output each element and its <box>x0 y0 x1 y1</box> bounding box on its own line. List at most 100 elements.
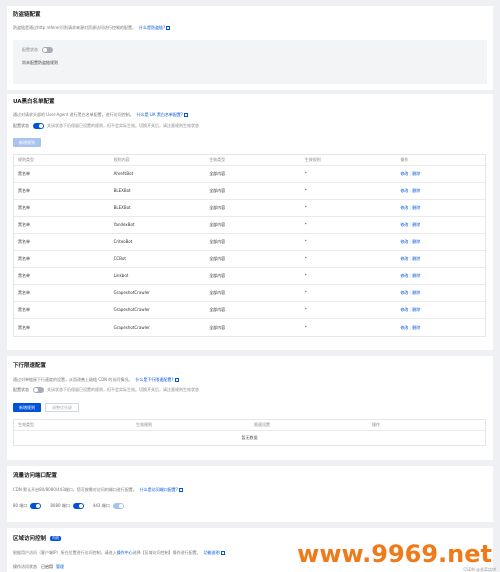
table-cell-scope: 全部内容 <box>209 171 226 177</box>
external-link-icon <box>174 378 179 382</box>
table-cell-type: 黑名单 <box>18 205 30 211</box>
port-8080-toggle[interactable] <box>72 503 84 509</box>
table-cell-content: CCBot <box>113 256 126 262</box>
port-443-toggle[interactable] <box>112 503 124 509</box>
table-cell-content: BLEXBot <box>113 188 131 194</box>
status-label: 配置状态 <box>22 47 38 53</box>
table-cell-scope: 全部内容 <box>209 256 226 262</box>
table-cell-content: AhrefsBot <box>113 171 134 177</box>
delete-link[interactable]: 删除 <box>412 273 420 278</box>
delete-link[interactable]: 删除 <box>412 222 420 227</box>
port-label: 8080 端口 <box>50 503 70 509</box>
row-actions: 修改 | 删除 <box>396 239 485 244</box>
help-link[interactable]: 什么是 UA 黑白名单配置? <box>137 112 183 117</box>
table-cell-rule: * <box>304 171 307 177</box>
table-cell-rule: * <box>304 324 307 330</box>
help-link[interactable]: 什么是访问端口配置? <box>140 487 178 492</box>
delete-link[interactable]: 删除 <box>412 205 420 210</box>
table-cell-rule: * <box>304 222 307 228</box>
add-rule-button[interactable]: 新增规则 <box>13 403 41 412</box>
table-row: 黑名单 GrapeshotCrawler 全部内容 * 修改 | 删除 <box>14 285 485 302</box>
delete-link[interactable]: 删除 <box>412 188 420 193</box>
external-link-icon <box>166 26 171 30</box>
table-row: 黑名单 CriteoBot 全部内容 * 修改 | 删除 <box>14 234 485 251</box>
delete-link[interactable]: 删除 <box>412 290 420 295</box>
table-cell-type: 黑名单 <box>18 324 30 330</box>
port-label: 443 端口 <box>92 503 110 509</box>
help-link[interactable]: 功能说明 <box>204 550 220 555</box>
table-cell-rule: * <box>304 256 307 262</box>
external-link-icon <box>178 488 183 492</box>
row-actions: 修改 | 删除 <box>396 188 485 193</box>
table-cell-scope: 全部内容 <box>209 205 226 211</box>
section-description: 通过对单链接下行速度的设置，从而改善上级链 CDN 的访问情况。 什么是下行限速配… <box>13 377 179 382</box>
table-cell-scope: 全部内容 <box>209 307 226 313</box>
ua-rules-table: 规则类型 规则内容 生效类型 生效规则 操作 黑名单 AhrefsBot 全部内容 *… <box>13 154 486 337</box>
column-header: 规则类型 <box>18 157 34 163</box>
row-actions: 修改 | 删除 <box>396 325 485 330</box>
table-cell-content: GrapeshotCrawler <box>113 307 150 313</box>
table-cell-rule: * <box>304 273 307 279</box>
status-text: 尚未配置防盗链规则 <box>22 60 58 65</box>
column-header: 生效类型 <box>209 157 226 163</box>
row-actions: 修改 | 删除 <box>396 290 485 295</box>
adjust-priority-button[interactable]: 调整优先级 <box>45 403 79 412</box>
ops-center-link[interactable]: 操作中心 <box>117 550 133 555</box>
table-cell-content: YandexBot <box>113 222 135 228</box>
table-cell-scope: 全部内容 <box>209 188 226 194</box>
table-row: 黑名单 GrapeshotCrawler 全部内容 * 修改 | 删除 <box>14 302 485 319</box>
row-actions: 修改 | 删除 <box>396 256 485 261</box>
table-cell-type: 黑名单 <box>18 188 30 194</box>
table-cell-type: 黑名单 <box>18 171 30 177</box>
add-rule-button[interactable]: 新增规则 <box>13 138 41 147</box>
delete-link[interactable]: 删除 <box>412 307 420 312</box>
empty-state: 暂无数据 <box>241 435 258 441</box>
section-description: 防盗链是通过http referer识别请求来源对资源访问进行控制的配置。 什么是… <box>13 25 171 30</box>
table-cell-type: 黑名单 <box>18 307 30 313</box>
status-label: 配置状态 <box>13 387 29 393</box>
table-cell-content: CriteoBot <box>113 239 133 245</box>
section-description: CDN 默认开启80/8080/443端口，您可按需对访问的端口进行配置。 什么是… <box>13 487 183 492</box>
section-title: 流量访问端口配置 <box>13 473 58 479</box>
port-80-toggle[interactable] <box>30 503 42 509</box>
column-header: 限速设置 <box>254 422 270 428</box>
column-header: 规则内容 <box>113 157 130 163</box>
row-actions: 修改 | 删除 <box>396 222 485 227</box>
table-cell-scope: 全部内容 <box>209 222 226 228</box>
table-cell-type: 黑名单 <box>18 222 30 228</box>
status-toggle[interactable] <box>33 387 44 393</box>
row-actions: 修改 | 删除 <box>396 273 485 278</box>
speed-rules-table: 生效类型 生效规则 限速设置 操作 暂无数据 <box>13 419 486 446</box>
status-toggle[interactable] <box>42 47 53 53</box>
help-link[interactable]: 什么是防盗链? <box>139 25 165 30</box>
column-header: 操作 <box>372 422 380 428</box>
table-cell-type: 黑名单 <box>18 239 30 245</box>
manage-link[interactable]: 管理 <box>56 564 64 569</box>
delete-link[interactable]: 删除 <box>412 171 420 176</box>
table-cell-scope: 全部内容 <box>209 290 226 296</box>
column-header: 生效规则 <box>136 422 152 428</box>
download-speed-limit-card: 下行限速配置 通过对单链接下行速度的设置，从而改善上级链 CDN 的访问情况。什… <box>7 356 493 460</box>
section-description: 通过对请求头部的 User-Agent 进行黑白名单配置，进行访问控制。 什么是 … <box>13 112 188 117</box>
table-cell-content: GrapeshotCrawler <box>113 290 150 296</box>
row-actions: 修改 | 删除 <box>396 307 485 312</box>
table-row: 黑名单 GrapeshotCrawler 全部内容 * 修改 | 删除 <box>14 319 485 336</box>
table-cell-type: 黑名单 <box>18 290 30 296</box>
delete-link[interactable]: 删除 <box>412 325 420 330</box>
help-link[interactable]: 什么是下行限速配置? <box>135 377 173 382</box>
section-description: 根据用户访问（客户端IP）所在位置进行访问控制，请进入操作中心选择【区域访问控制… <box>13 550 225 555</box>
row-actions: 修改 | 删除 <box>396 171 485 176</box>
ua-whitelist-card: UA黑白名单配置 通过对请求头部的 User-Agent 进行黑白名单配置，进行… <box>7 94 493 350</box>
external-link-icon <box>183 113 188 117</box>
section-title: 防盗链配置 <box>13 12 41 18</box>
status-label: 配置状态 <box>13 123 29 129</box>
delete-link[interactable]: 删除 <box>412 239 420 244</box>
table-cell-content: GrapeshotCrawler <box>113 324 150 330</box>
status-toggle[interactable] <box>33 123 44 129</box>
table-header: 生效类型 生效规则 限速设置 操作 <box>14 420 485 431</box>
table-cell-content: Linkbot <box>113 273 129 279</box>
table-cell-scope: 全部内容 <box>209 324 226 330</box>
table-row: 黑名单 BLEXBot 全部内容 * 修改 | 删除 <box>14 183 485 200</box>
delete-link[interactable]: 删除 <box>412 256 420 261</box>
external-link-icon <box>220 551 225 555</box>
